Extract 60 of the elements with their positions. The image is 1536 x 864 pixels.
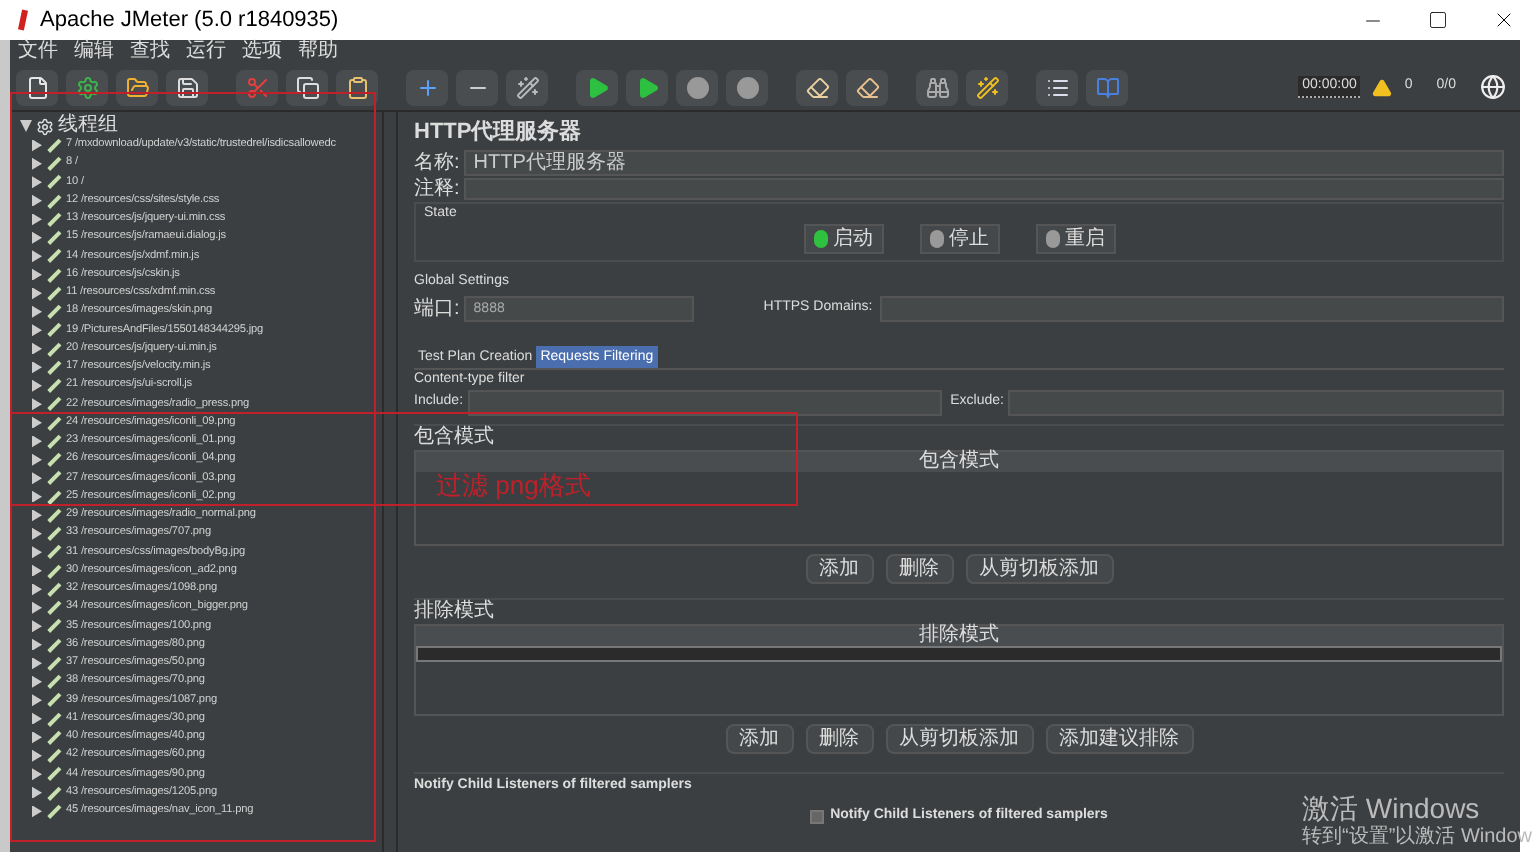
template-icon[interactable] bbox=[66, 69, 108, 105]
column-header: 排除模式 bbox=[416, 626, 1502, 646]
save-icon[interactable] bbox=[166, 69, 208, 105]
panel-title: HTTP代理服务器 bbox=[414, 118, 584, 146]
clear-all-icon[interactable] bbox=[846, 69, 888, 105]
state-button[interactable]: 启动 bbox=[803, 224, 883, 254]
menu-item[interactable]: 编辑 bbox=[74, 40, 114, 64]
gear-icon bbox=[36, 117, 54, 135]
name-field[interactable]: HTTP代理服务器 bbox=[463, 150, 1504, 176]
plus-icon[interactable] bbox=[406, 69, 448, 105]
clear-icon[interactable] bbox=[796, 69, 838, 105]
close-icon[interactable] bbox=[1492, 8, 1516, 32]
column-header: 包含模式 bbox=[416, 452, 1502, 472]
action-button[interactable]: 从剪切板添加 bbox=[885, 724, 1033, 754]
start-icon[interactable] bbox=[576, 69, 618, 105]
state-button[interactable]: 停止 bbox=[919, 224, 999, 254]
section-title: 包含模式 bbox=[414, 426, 496, 450]
field-label: 注释: bbox=[414, 177, 460, 201]
action-button[interactable]: 添加 bbox=[805, 554, 873, 584]
copy-icon[interactable] bbox=[286, 69, 328, 105]
section-title: 排除模式 bbox=[414, 600, 496, 624]
restart-icon bbox=[1045, 230, 1059, 248]
menu-item[interactable]: 查找 bbox=[130, 40, 170, 64]
minus-icon[interactable] bbox=[456, 69, 498, 105]
field-label: 名称: bbox=[414, 151, 460, 175]
maximize-icon[interactable] bbox=[1428, 10, 1448, 30]
menu-item[interactable]: 选项 bbox=[242, 40, 282, 64]
start-icon bbox=[813, 230, 827, 248]
action-button[interactable]: 删除 bbox=[885, 554, 953, 584]
action-button[interactable]: 删除 bbox=[805, 724, 873, 754]
function-helper-icon[interactable] bbox=[1036, 69, 1078, 105]
app-icon bbox=[18, 9, 28, 31]
include-field[interactable] bbox=[467, 390, 943, 416]
warning-icon[interactable] bbox=[1372, 77, 1393, 97]
search-icon[interactable] bbox=[916, 69, 958, 105]
https-domains-field[interactable] bbox=[880, 296, 1504, 322]
tree-root-label[interactable]: 线程组 bbox=[58, 116, 118, 136]
stop-icon bbox=[929, 230, 943, 248]
table-row[interactable] bbox=[416, 646, 1502, 662]
clipboard-icon[interactable] bbox=[336, 69, 378, 105]
field-label: 端口: bbox=[414, 297, 460, 321]
shutdown-icon[interactable] bbox=[726, 69, 768, 105]
stop-icon[interactable] bbox=[676, 69, 718, 105]
checkbox[interactable] bbox=[810, 809, 825, 823]
menu-item[interactable]: 文件 bbox=[18, 40, 58, 64]
action-button[interactable]: 添加 bbox=[725, 724, 793, 754]
state-button[interactable]: 重启 bbox=[1035, 224, 1115, 254]
os-notice-title: 激活 Windows bbox=[1302, 792, 1480, 824]
new-file-icon[interactable] bbox=[16, 69, 58, 105]
open-folder-icon[interactable] bbox=[116, 69, 158, 105]
start-no-pauses-icon[interactable] bbox=[626, 69, 668, 105]
menu-item[interactable]: 帮助 bbox=[298, 40, 338, 64]
window-title: Apache JMeter (5.0 r1840935) bbox=[40, 5, 339, 36]
exclude-field[interactable] bbox=[1008, 390, 1504, 416]
action-button[interactable]: 从剪切板添加 bbox=[965, 554, 1113, 584]
menu-item[interactable]: 运行 bbox=[186, 40, 226, 64]
annotation-text: 过滤 png格式 bbox=[436, 472, 591, 500]
globe-icon[interactable] bbox=[1480, 74, 1506, 100]
comment-field[interactable] bbox=[463, 178, 1504, 200]
action-button[interactable]: 添加建议排除 bbox=[1045, 724, 1193, 754]
